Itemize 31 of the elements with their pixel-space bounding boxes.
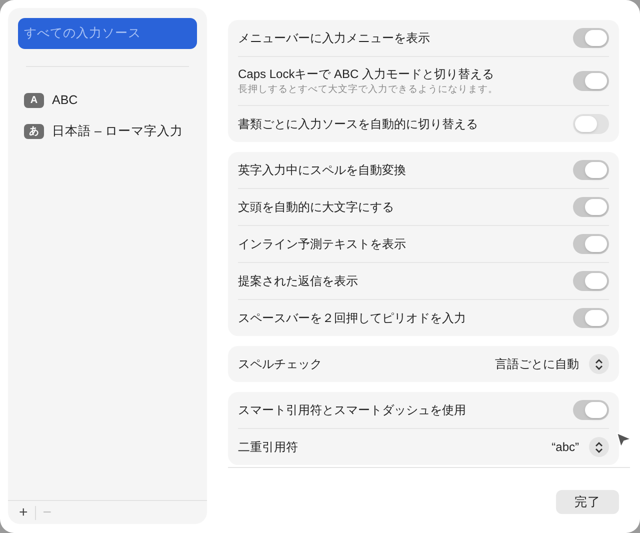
toggle-switch[interactable] <box>573 400 609 420</box>
toggle-switch[interactable] <box>573 71 609 91</box>
toggle-switch[interactable] <box>573 234 609 254</box>
setting-label: 提案された返信を表示 <box>238 273 358 290</box>
setting-label: 書類ごとに入力ソースを自動的に切り替える <box>238 116 478 133</box>
setting-label: スペルチェック <box>238 356 322 373</box>
popup-menu[interactable]: “abc” <box>552 437 609 457</box>
toggle-switch[interactable] <box>573 28 609 48</box>
toggle-switch[interactable] <box>573 271 609 291</box>
done-button[interactable]: 完了 <box>556 490 619 514</box>
setting-label: スマート引用符とスマートダッシュを使用 <box>238 402 466 419</box>
add-button[interactable]: + <box>16 505 31 520</box>
sidebar-item[interactable]: A ABC <box>18 85 197 116</box>
setting-label: Caps Lockキーで ABC 入力モードと切り替える <box>238 66 496 83</box>
input-source-badge: A <box>24 93 44 108</box>
popup-menu[interactable]: 言語ごとに自動 <box>495 354 609 374</box>
setting-label: インライン予測テキストを表示 <box>238 236 406 253</box>
setting-label: 英字入力中にスペルを自動変換 <box>238 162 406 179</box>
setting-label: スペースバーを２回押してピリオドを入力 <box>238 310 466 327</box>
toggle-switch[interactable] <box>573 114 609 134</box>
sidebar-item[interactable]: あ 日本語 – ローマ字入力 <box>18 116 197 147</box>
setting-label: メニューバーに入力メニューを表示 <box>238 30 430 47</box>
setting-label: 二重引用符 <box>238 439 298 456</box>
stepper-icon <box>589 354 609 374</box>
toggle-switch[interactable] <box>573 308 609 328</box>
setting-description: 長押しするとすべて大文字で入力できるようになります。 <box>238 83 498 97</box>
toggle-switch[interactable] <box>573 197 609 217</box>
input-source-badge: あ <box>24 124 44 139</box>
setting-label: 文頭を自動的に大文字にする <box>238 199 394 216</box>
toggle-switch[interactable] <box>573 160 609 180</box>
stepper-icon <box>589 437 609 457</box>
